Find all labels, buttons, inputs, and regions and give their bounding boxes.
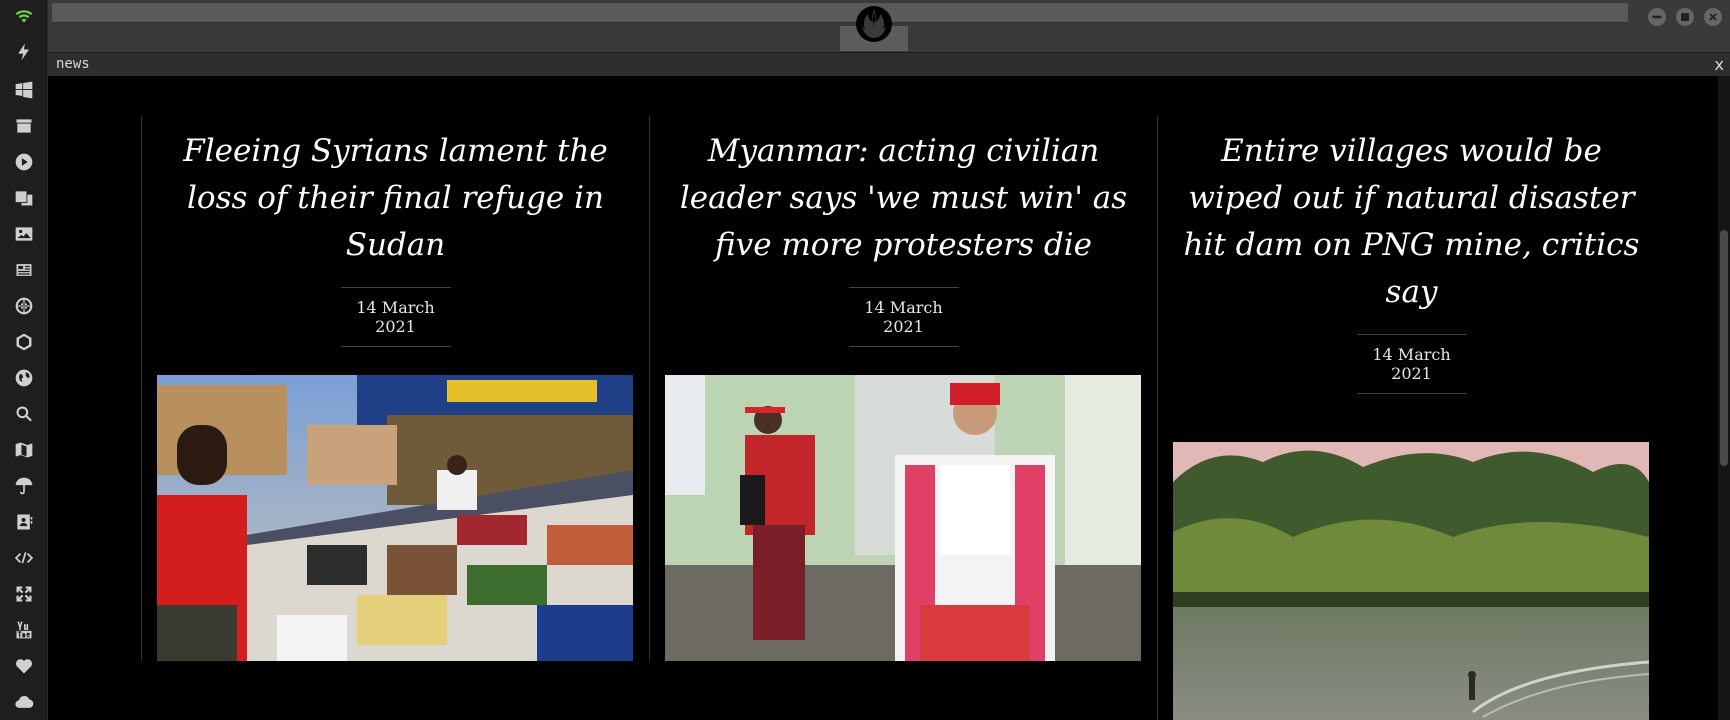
rebel-alliance-icon [856,6,892,42]
brand-tab[interactable] [840,4,908,51]
news-content: Fleeing Syrians lament the loss of their… [48,76,1718,720]
panel-header: news x [48,52,1730,76]
translate-icon[interactable] [12,186,36,210]
map-icon[interactable] [12,438,36,462]
window-topbar [48,0,1730,52]
maximize-button[interactable] [1676,8,1694,26]
vertical-scrollbar[interactable] [1718,76,1730,720]
market-clothing-photo[interactable] [157,375,633,661]
archive-icon[interactable] [12,114,36,138]
date-wrap: 14 March 2021 [1158,334,1665,394]
empire-icon[interactable] [12,294,36,318]
close-window-button[interactable] [1704,8,1722,26]
heart-icon[interactable] [12,654,36,678]
article-card: Myanmar: acting civilian leader says 'we… [649,116,1157,661]
close-icon [1709,13,1717,21]
contact-card-icon[interactable] [12,510,36,534]
article-date: 14 March 2021 [848,287,959,347]
newspaper-icon[interactable] [12,258,36,282]
image-icon[interactable] [12,222,36,246]
date-wrap: 14 March 2021 [142,287,649,347]
date-wrap: 14 March 2021 [650,287,1157,347]
png-river-photo[interactable] [1173,442,1649,720]
umbrella-icon[interactable] [12,474,36,498]
cloud-icon[interactable] [12,690,36,714]
code-icon[interactable] [12,546,36,570]
play-icon[interactable] [12,150,36,174]
wifi-icon[interactable] [12,4,36,28]
side-dock [0,0,48,720]
globe-icon[interactable] [12,366,36,390]
article-card: Fleeing Syrians lament the loss of their… [141,116,649,661]
article-title[interactable]: Myanmar: acting civilian leader says 'we… [650,116,1157,269]
scrollbar-thumb[interactable] [1720,230,1728,466]
panel-title: news [56,56,90,72]
panel-close-button[interactable]: x [1715,55,1724,74]
minimize-icon [1652,15,1662,19]
maximize-icon [1681,13,1689,21]
minimize-button[interactable] [1648,8,1666,26]
article-title[interactable]: Fleeing Syrians lament the loss of their… [142,116,649,269]
expand-icon[interactable] [12,582,36,606]
article-date: 14 March 2021 [340,287,451,347]
article-card: Entire villages would be wiped out if na… [1157,116,1665,720]
article-title[interactable]: Entire villages would be wiped out if na… [1158,116,1665,316]
bolt-icon[interactable] [12,40,36,64]
hexagon-icon[interactable] [12,330,36,354]
windows-icon[interactable] [12,78,36,102]
search-icon[interactable] [12,402,36,426]
article-date: 14 March 2021 [1356,334,1467,394]
youtube-icon[interactable] [12,618,36,642]
myanmar-leaders-photo[interactable] [665,375,1141,661]
